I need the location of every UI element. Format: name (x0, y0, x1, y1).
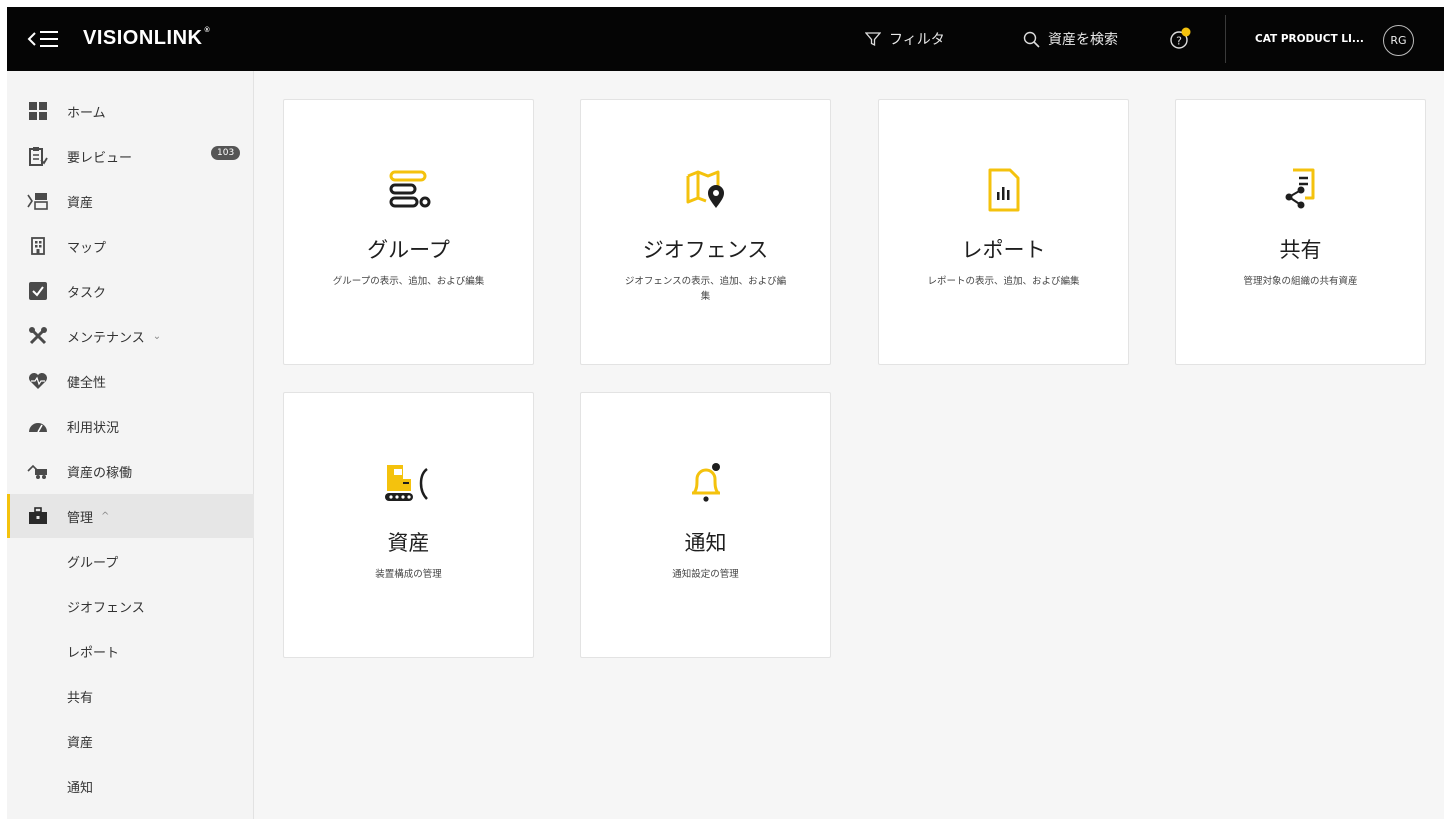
card-title: 共有 (1279, 238, 1322, 262)
svg-text:?: ? (1176, 35, 1182, 48)
tools-icon (27, 325, 49, 347)
asset-search-button[interactable]: 資産を検索 (1023, 7, 1118, 71)
card-title: グループ (367, 238, 450, 262)
search-icon (1023, 31, 1040, 48)
sidebar-item-label: メンテナンス (67, 330, 145, 346)
briefcase-icon (27, 505, 49, 527)
sidebar-subitem-label: 共有 (67, 690, 94, 706)
sidebar-item-label: 管理 (67, 510, 94, 526)
sidebar-item-label: 資産の稼働 (67, 465, 133, 481)
sidebar-subitem-label: ジオフェンス (67, 600, 145, 616)
card-description: 管理対象の組織の共有資産 (1243, 276, 1358, 287)
sidebar-item-maintenance[interactable]: メンテナンス ⌄ (7, 314, 254, 358)
filter-label: フィルタ (889, 32, 945, 48)
excavator-icon (381, 459, 437, 507)
help-icon: ? (1169, 27, 1193, 51)
sidebar-item-tasks[interactable]: タスク (7, 269, 254, 313)
card-description: 通知設定の管理 (672, 569, 739, 580)
chevron-down-icon: ⌄ (152, 330, 162, 342)
review-count-badge: 103 (211, 146, 241, 160)
card-description: 装置構成の管理 (375, 569, 442, 580)
sidebar-subitem-sharing[interactable]: 共有 (7, 674, 254, 718)
card-description: グループの表示、追加、および編集 (332, 276, 485, 287)
sidebar-subitem-geofence[interactable]: ジオフェンス (7, 584, 254, 628)
sidebar-item-assets[interactable]: 資産 (7, 179, 254, 223)
clipboard-icon (27, 145, 49, 167)
task-check-icon (27, 280, 49, 302)
sidebar-item-label: 健全性 (67, 375, 107, 391)
collapse-menu-icon (27, 31, 58, 47)
card-geofence[interactable]: ジオフェンス ジオフェンスの表示、追加、および編集 (580, 99, 831, 365)
sidebar-item-home[interactable]: ホーム (7, 89, 254, 133)
card-assets[interactable]: 資産 装置構成の管理 (283, 392, 534, 658)
card-title: 通知 (684, 531, 727, 555)
search-label: 資産を検索 (1048, 32, 1118, 48)
share-document-icon (1277, 166, 1325, 214)
grid-icon (27, 100, 49, 122)
assets-icon (27, 190, 49, 212)
card-description: ジオフェンスの表示、追加、および編集 (624, 276, 787, 302)
top-bar: VISIONLINK ® フィルタ 資産を検索 ? CAT PRODUCT LI… (7, 7, 1444, 71)
card-reports[interactable]: レポート レポートの表示、追加、および編集 (878, 99, 1129, 365)
report-chart-icon (980, 166, 1028, 214)
avatar[interactable]: RG (1383, 25, 1414, 56)
sidebar-item-label: 利用状況 (67, 420, 120, 436)
sidebar-item-health[interactable]: 健全性 (7, 359, 254, 403)
sidebar-item-utilization[interactable]: 利用状況 (7, 404, 254, 448)
card-title: ジオフェンス (642, 238, 769, 262)
logo-text: VISIONLINK (83, 27, 203, 49)
truck-icon (27, 460, 49, 482)
avatar-initials: RG (1390, 34, 1407, 47)
registered-mark: ® (204, 27, 211, 34)
topbar-divider (1225, 15, 1226, 63)
filter-button[interactable]: フィルタ (865, 7, 945, 71)
sidebar: ホーム 要レビュー 103 資産 マップ タスク メンテナンス ⌄ 健全性 利用… (7, 71, 254, 819)
sidebar-item-label: ホーム (67, 105, 106, 121)
account-menu[interactable]: CAT PRODUCT LI... (1255, 7, 1364, 71)
sidebar-subitem-reports[interactable]: レポート (7, 629, 254, 673)
sidebar-item-label: マップ (67, 240, 107, 256)
group-list-icon (385, 166, 433, 214)
sidebar-subitem-label: 資産 (67, 735, 94, 751)
sidebar-subitem-groups[interactable]: グループ (7, 539, 254, 583)
card-title: 資産 (387, 531, 430, 555)
help-button[interactable]: ? (1169, 7, 1201, 71)
sidebar-item-review[interactable]: 要レビュー 103 (7, 134, 254, 178)
sidebar-item-map[interactable]: マップ (7, 224, 254, 268)
sidebar-item-label: タスク (67, 285, 107, 301)
card-title: レポート (961, 238, 1046, 262)
sidebar-subitem-label: グループ (67, 555, 119, 571)
map-building-icon (27, 235, 49, 257)
chevron-up-icon: ^ (101, 510, 110, 522)
visionlink-logo[interactable]: VISIONLINK ® (83, 27, 210, 50)
card-sharing[interactable]: 共有 管理対象の組織の共有資産 (1175, 99, 1426, 365)
sidebar-item-admin[interactable]: 管理 ^ (7, 494, 254, 538)
gauge-icon (27, 415, 49, 437)
filter-icon (865, 31, 881, 47)
sidebar-subitem-label: 通知 (67, 780, 94, 796)
map-pin-icon (682, 166, 730, 214)
sidebar-item-label: 資産 (67, 195, 94, 211)
heart-icon (27, 370, 49, 392)
card-notifications[interactable]: 通知 通知設定の管理 (580, 392, 831, 658)
sidebar-item-asset-operation[interactable]: 資産の稼働 (7, 449, 254, 493)
menu-toggle-button[interactable] (27, 25, 67, 53)
sidebar-subitem-assets[interactable]: 資産 (7, 719, 254, 763)
sidebar-item-label: 要レビュー (67, 150, 133, 166)
notification-dot (1181, 27, 1191, 37)
sidebar-subitem-label: レポート (67, 645, 120, 661)
card-groups[interactable]: グループ グループの表示、追加、および編集 (283, 99, 534, 365)
card-description: レポートの表示、追加、および編集 (927, 276, 1080, 287)
sidebar-subitem-notifications[interactable]: 通知 (7, 764, 254, 808)
bell-icon (682, 459, 730, 507)
account-label: CAT PRODUCT LI... (1255, 33, 1364, 45)
app-frame: VISIONLINK ® フィルタ 資産を検索 ? CAT PRODUCT LI… (7, 7, 1444, 819)
